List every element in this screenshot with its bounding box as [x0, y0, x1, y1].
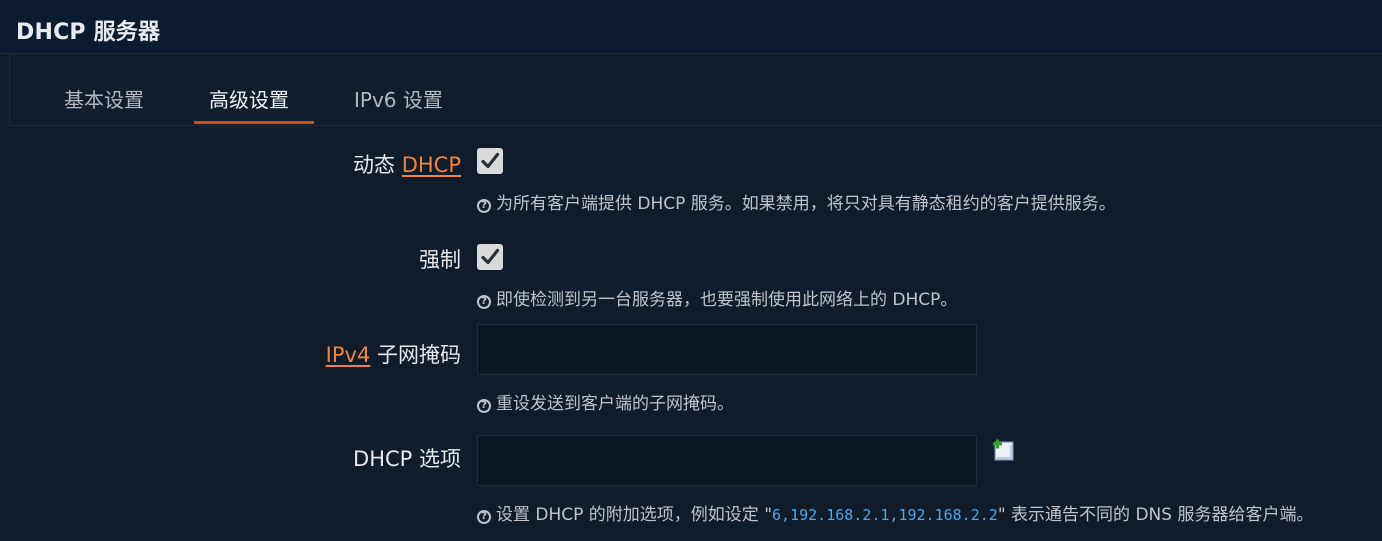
dynamic-dhcp-help-text: 为所有客户端提供 DHCP 服务。如果禁用，将只对具有静态租约的客户提供服务。 — [496, 194, 1116, 214]
dynamic-dhcp-checkbox[interactable] — [477, 148, 503, 174]
dhcp-abbr-link[interactable]: DHCP — [402, 153, 461, 177]
question-circle-icon: ? — [477, 295, 491, 309]
add-dhcp-option-button[interactable] — [992, 438, 1016, 462]
tab-basic-settings[interactable]: 基本设置 — [64, 84, 144, 125]
dhcp-options-help-before: 设置 DHCP 的附加选项，例如设定 " — [496, 505, 773, 525]
dynamic-dhcp-label: 动态 DHCP — [353, 149, 461, 179]
tab-bar: 基本设置 高级设置 IPv6 设置 — [9, 54, 1382, 126]
tab-ipv6-settings[interactable]: IPv6 设置 — [354, 84, 443, 125]
tab-advanced-settings[interactable]: 高级设置 — [209, 84, 289, 125]
netmask-label: IPv4 子网掩码 — [326, 339, 461, 369]
netmask-help: ? 重设发送到客户端的子网掩码。 — [477, 389, 734, 414]
section-title: DHCP 服务器 — [16, 20, 161, 45]
dynamic-dhcp-label-prefix: 动态 — [353, 153, 402, 177]
ipv4-abbr-link[interactable]: IPv4 — [326, 343, 371, 367]
page: DHCP 服务器 基本设置 高级设置 IPv6 设置 动态 DHCP ? 为所有客… — [0, 0, 1382, 541]
force-help-text: 即使检测到另一台服务器，也要强制使用此网络上的 DHCP。 — [496, 290, 958, 310]
dhcp-options-help-after: " 表示通告不同的 DNS 服务器给客户端。 — [997, 505, 1314, 525]
netmask-label-suffix: 子网掩码 — [370, 343, 461, 367]
checkmark-icon — [481, 248, 500, 265]
section-header: DHCP 服务器 — [0, 0, 1382, 54]
dhcp-options-example-code: 6,192.168.2.1,192.168.2.2 — [772, 506, 998, 524]
dhcp-options-label: DHCP 选项 — [353, 447, 461, 471]
active-tab-indicator — [194, 121, 314, 124]
dhcp-options-help: ? 设置 DHCP 的附加选项，例如设定 "6,192.168.2.1,192.1… — [477, 500, 1313, 525]
force-label: 强制 — [419, 248, 461, 272]
netmask-help-text: 重设发送到客户端的子网掩码。 — [496, 394, 734, 414]
question-circle-icon: ? — [477, 510, 491, 524]
checkmark-icon — [481, 152, 500, 169]
force-checkbox[interactable] — [477, 244, 503, 270]
question-circle-icon: ? — [477, 399, 491, 413]
add-entry-icon — [993, 439, 1014, 461]
force-help: ? 即使检测到另一台服务器，也要强制使用此网络上的 DHCP。 — [477, 285, 957, 310]
dhcp-options-input[interactable] — [477, 435, 977, 486]
question-circle-icon: ? — [477, 199, 491, 213]
netmask-input[interactable] — [477, 324, 977, 375]
dynamic-dhcp-help: ? 为所有客户端提供 DHCP 服务。如果禁用，将只对具有静态租约的客户提供服务。 — [477, 189, 1116, 214]
